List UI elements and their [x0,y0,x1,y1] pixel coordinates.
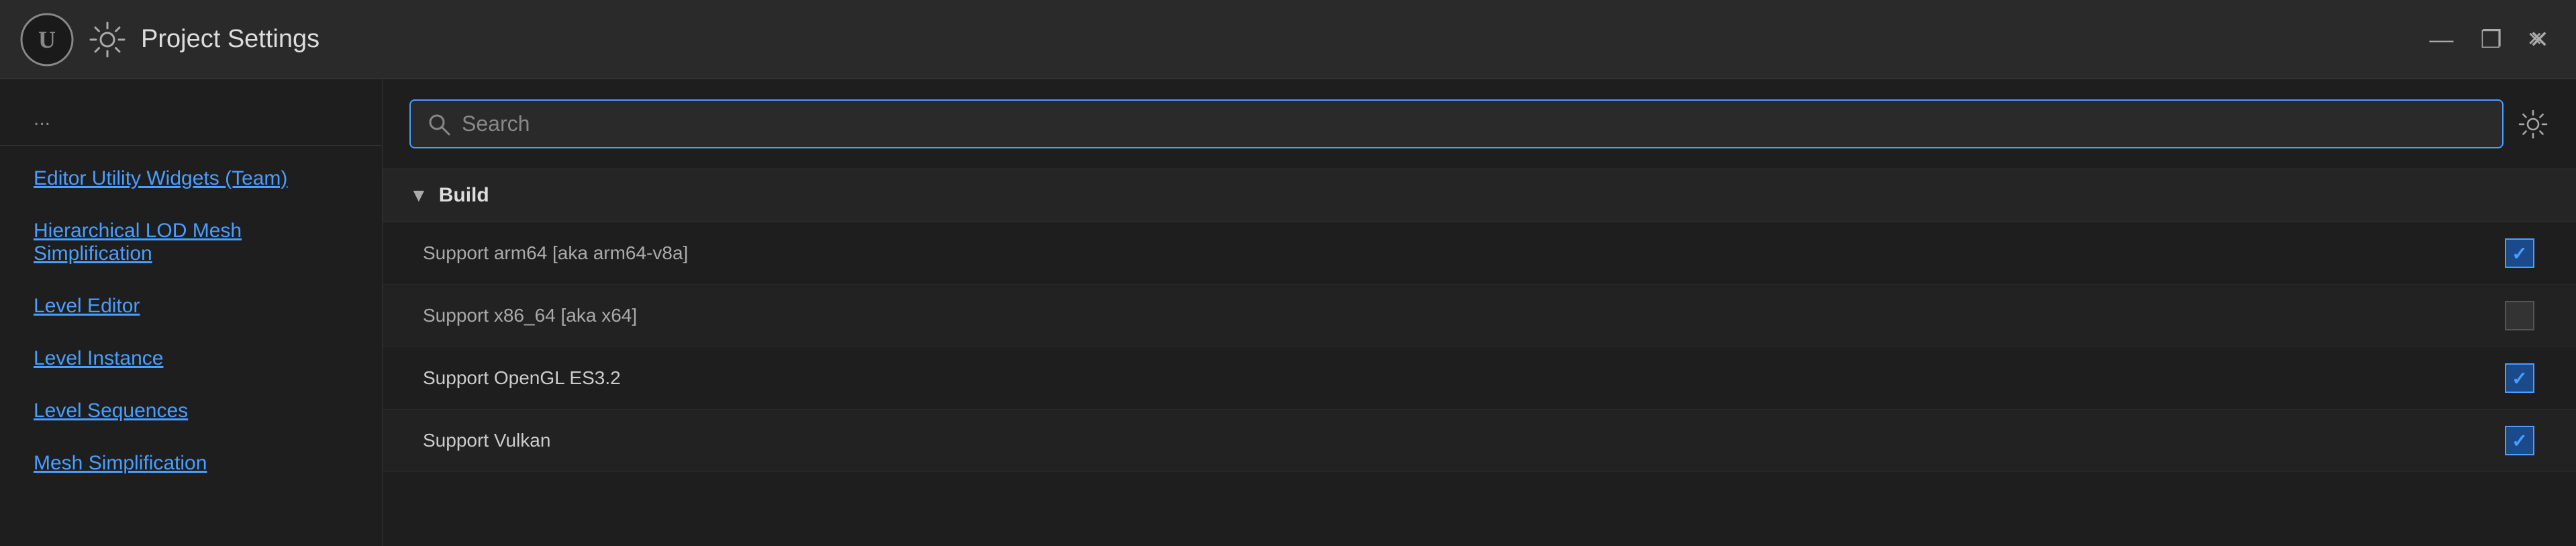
sidebar-item-level-instance[interactable]: Level Instance [0,332,382,385]
page-title: Project Settings [141,25,2494,54]
sidebar-item-level-editor[interactable]: Level Editor [0,280,382,332]
settings-icon [87,19,128,60]
build-section-header: ▼ Build [383,169,2576,222]
checkmark-icon: ✓ [2512,242,2527,265]
opengl-checkmark-icon: ✓ [2512,367,2527,390]
arm64-checkbox[interactable]: ✓ [2504,237,2536,269]
close-button[interactable]: ✕ [2529,28,2549,52]
window-controls: — ❐ ✕ [2430,28,2549,52]
main-layout: ... Editor Utility Widgets (Team) Hierar… [0,79,2576,546]
search-bar-container [383,79,2576,169]
x86-label: Support x86_64 [aka x64] [423,305,2504,326]
settings-row-opengl: Support OpenGL ES3.2 ✓ [383,347,2576,410]
sidebar-item-editor-utility-widgets[interactable]: Editor Utility Widgets (Team) [0,152,382,205]
opengl-label: Support OpenGL ES3.2 [423,367,2504,389]
settings-row-arm64: Support arm64 [aka arm64-v8a] ✓ [383,222,2576,285]
sidebar: ... Editor Utility Widgets (Team) Hierar… [0,79,383,546]
collapse-arrow-icon[interactable]: ▼ [409,185,428,206]
arm64-label: Support arm64 [aka arm64-v8a] [423,242,2504,264]
gear-icon[interactable] [2517,108,2549,140]
title-bar: U Project Settings × — ❐ ✕ [0,0,2576,79]
sidebar-item-top: ... [0,93,382,146]
minimize-button[interactable]: — [2430,28,2454,52]
ue-logo: U [20,13,74,66]
maximize-button[interactable]: ❐ [2481,28,2502,52]
sidebar-item-mesh-simplification[interactable]: Mesh Simplification [0,437,382,490]
search-input[interactable] [462,111,2486,136]
build-section-title: Build [439,184,489,207]
svg-text:U: U [38,26,56,53]
search-icon [427,112,451,136]
sidebar-item-level-sequences[interactable]: Level Sequences [0,385,382,437]
search-bar-wrapper [409,99,2504,148]
opengl-checkbox[interactable]: ✓ [2504,362,2536,394]
content-area: ▼ Build Support arm64 [aka arm64-v8a] ✓ … [383,79,2576,546]
settings-row-vulkan: Support Vulkan ✓ [383,410,2576,472]
settings-content: ▼ Build Support arm64 [aka arm64-v8a] ✓ … [383,169,2576,546]
vulkan-label: Support Vulkan [423,430,2504,451]
sidebar-item-hierarchical-lod[interactable]: Hierarchical LOD Mesh Simplification [0,205,382,280]
vulkan-checkmark-icon: ✓ [2512,430,2527,452]
settings-row-x86: Support x86_64 [aka x64] [383,285,2576,347]
vulkan-checkbox[interactable]: ✓ [2504,424,2536,457]
x86-checkbox[interactable] [2504,300,2536,332]
